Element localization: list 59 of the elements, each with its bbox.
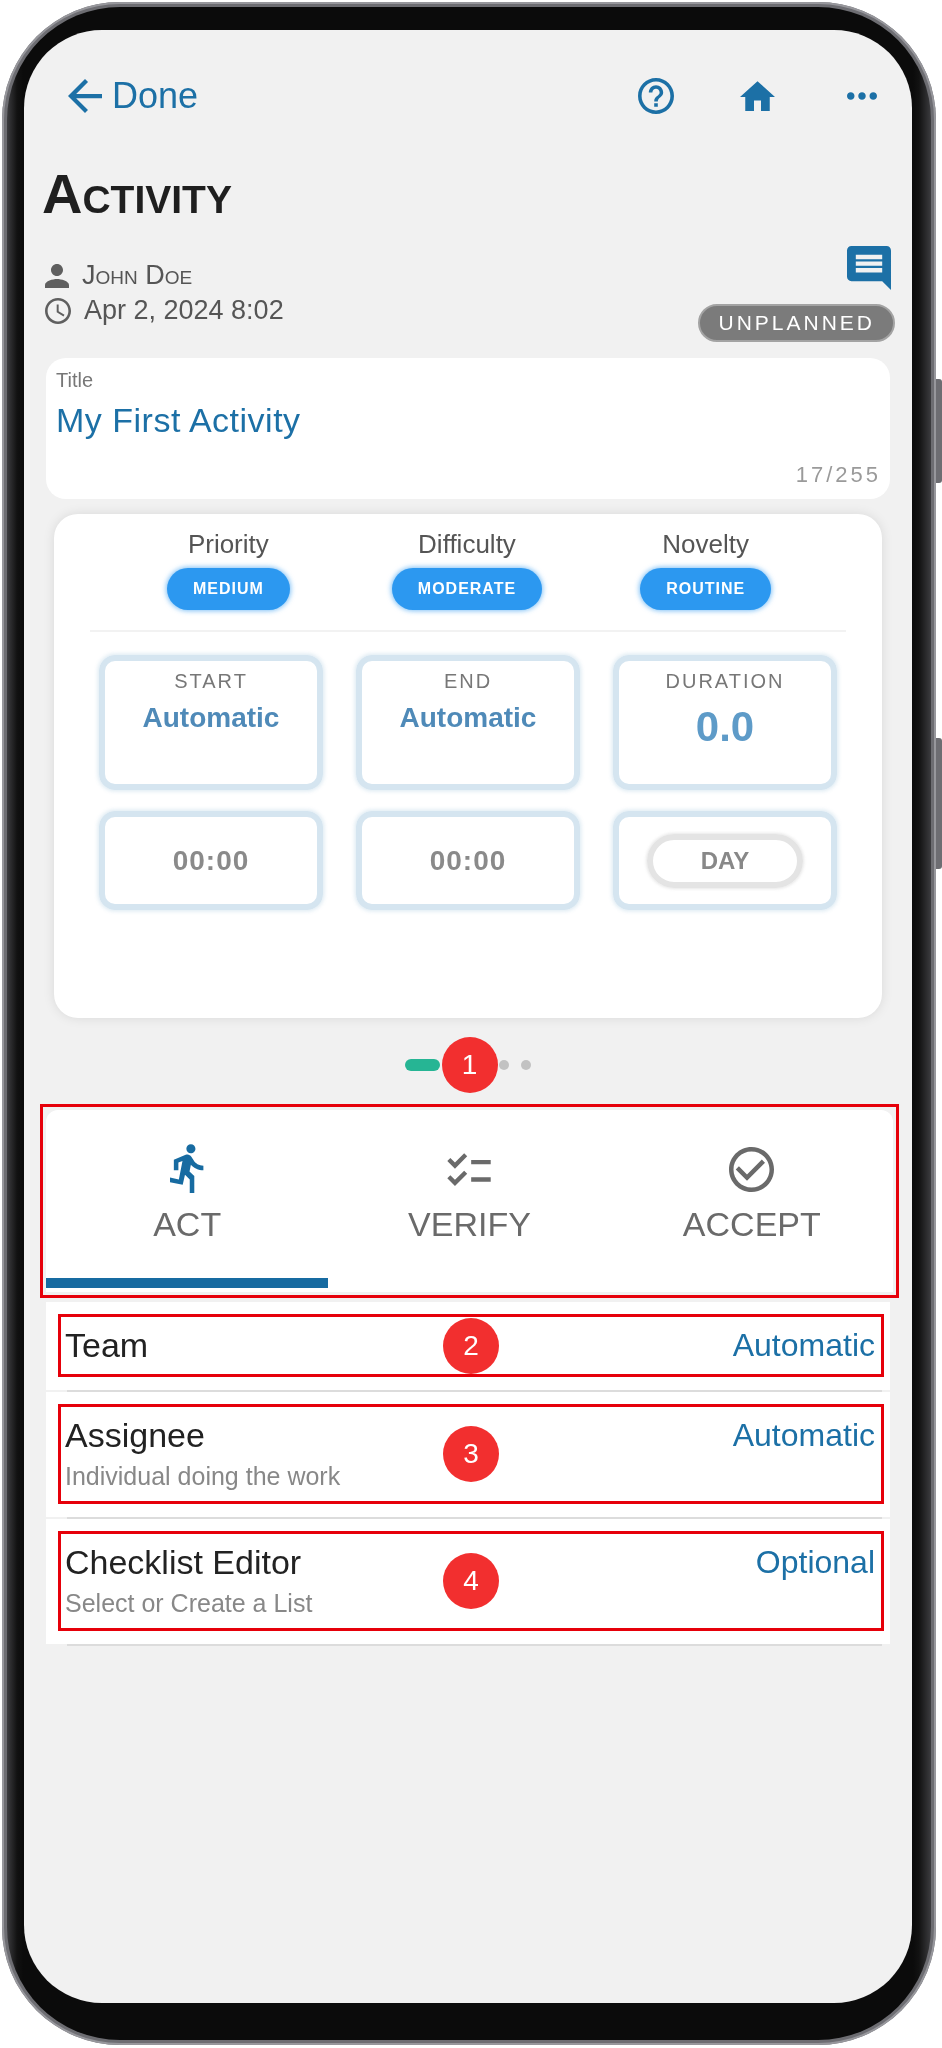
- checklist-icon: [447, 1152, 492, 1186]
- schedule-box[interactable]: DAY: [613, 811, 837, 910]
- schedule-box[interactable]: 00:00: [99, 811, 323, 910]
- user-name: John Doe: [82, 260, 193, 291]
- row-hint: Individual doing the work: [65, 1461, 341, 1492]
- person-icon: [45, 263, 69, 288]
- timestamp: Apr 2, 2024 8:02: [84, 295, 284, 326]
- rating-chip[interactable]: ROUTINE: [640, 568, 772, 610]
- unit-chip[interactable]: DAY: [647, 833, 803, 888]
- field-label: Title: [56, 368, 94, 392]
- schedule-box[interactable]: START Automatic: [99, 655, 323, 790]
- rating-label: Novelty: [662, 528, 749, 560]
- back-arrow-icon: [68, 79, 102, 113]
- schedule-value: 0.0: [695, 703, 755, 751]
- schedule-box[interactable]: 00:00: [356, 811, 580, 910]
- running-figure-icon: [169, 1144, 205, 1194]
- row-label: Team: [65, 1325, 149, 1366]
- row-value: Automatic: [732, 1326, 875, 1365]
- tab[interactable]: ACCEPT: [610, 1110, 893, 1288]
- row-value: Optional: [755, 1543, 875, 1582]
- page-dot[interactable]: [521, 1060, 531, 1070]
- time-value: 00:00: [172, 843, 250, 878]
- home-icon[interactable]: [740, 81, 775, 111]
- rating-chip[interactable]: MEDIUM: [166, 568, 290, 610]
- row-label: Assignee: [65, 1415, 206, 1456]
- rating-label: Priority: [187, 528, 269, 560]
- page-title: Activity: [42, 162, 233, 226]
- schedule-box[interactable]: DURATION 0.0: [613, 655, 837, 790]
- rating-chip[interactable]: MODERATE: [391, 568, 543, 610]
- list-row[interactable]: Assignee Individual doing the work 3 Automatic: [46, 1392, 890, 1517]
- time-value: 00:00: [429, 843, 507, 878]
- schedule-label: START: [174, 669, 248, 694]
- callout-badge: 4: [443, 1553, 499, 1609]
- help-icon[interactable]: [638, 78, 674, 114]
- back-button[interactable]: Done: [68, 74, 199, 118]
- comment-icon[interactable]: [847, 245, 891, 291]
- character-counter: 17/255: [795, 462, 881, 488]
- tab[interactable]: ACT: [46, 1110, 329, 1288]
- schedule-value: Automatic: [142, 701, 280, 735]
- schedule-label: END: [443, 669, 493, 694]
- schedule-label: DURATION: [665, 669, 785, 694]
- callout-badge: 1: [441, 1037, 498, 1093]
- row-label: Checklist Editor: [65, 1542, 303, 1583]
- schedule-box[interactable]: END Automatic: [356, 655, 580, 790]
- status-badge: UNPLANNED: [698, 304, 895, 342]
- callout-badge: 3: [443, 1426, 499, 1482]
- page-dot[interactable]: [499, 1060, 509, 1070]
- row-value: Automatic: [732, 1416, 875, 1455]
- rating-label: Difficulty: [418, 528, 516, 560]
- tab[interactable]: VERIFY: [328, 1110, 611, 1288]
- field-value: My First Activity: [56, 400, 301, 440]
- list-row[interactable]: Team 2 Automatic: [46, 1302, 890, 1390]
- row-hint: Select or Create a List: [65, 1588, 313, 1619]
- text-field[interactable]: Title My First Activity 17/255: [46, 358, 890, 499]
- schedule-value: Automatic: [399, 701, 537, 735]
- callout-badge: 2: [443, 1317, 499, 1374]
- more-icon[interactable]: [847, 92, 877, 100]
- clock-icon: [45, 297, 71, 324]
- list-row[interactable]: Checklist Editor Select or Create a List 4 Optional: [46, 1519, 890, 1644]
